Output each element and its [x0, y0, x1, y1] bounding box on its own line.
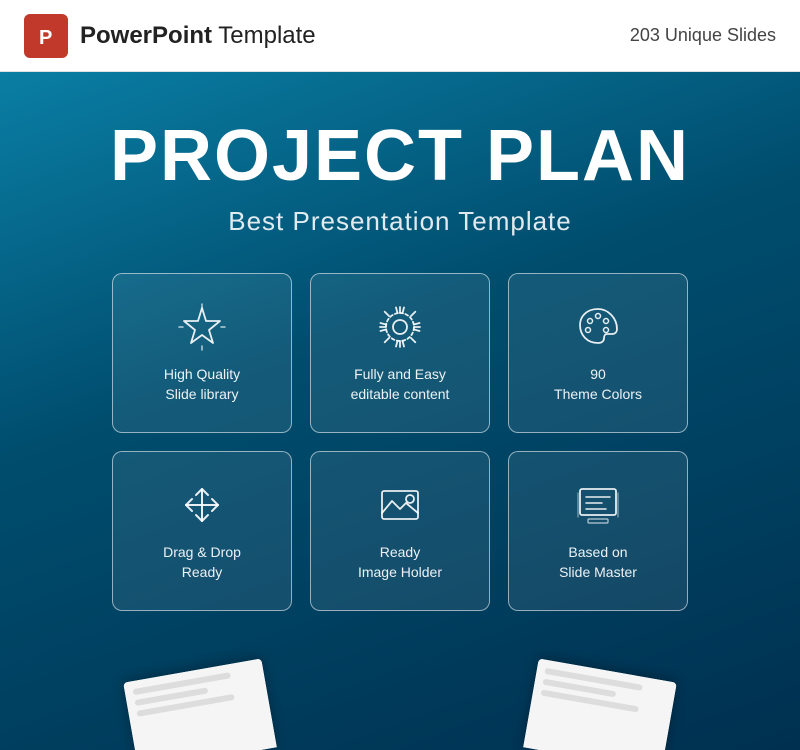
- card-theme-colors-label: 90Theme Colors: [554, 365, 642, 404]
- card-drag-drop-label: Drag & DropReady: [163, 543, 241, 582]
- slide-thumb-left: [123, 659, 277, 750]
- app-header: P PowerPoint Template 203 Unique Slides: [0, 0, 800, 72]
- card-high-quality-slide: High QualitySlide library: [112, 273, 292, 433]
- move-icon: [176, 479, 228, 531]
- gear-icon: [374, 301, 426, 353]
- card-drag-drop: Drag & DropReady: [112, 451, 292, 611]
- card-editable-content: Fully and Easyeditable content: [310, 273, 490, 433]
- header-branding: P PowerPoint Template: [24, 14, 316, 58]
- star-icon: [176, 301, 228, 353]
- unique-slides-count: 203 Unique Slides: [630, 25, 776, 46]
- slide-thumb-right: [523, 659, 677, 750]
- app-title: PowerPoint Template: [80, 22, 316, 50]
- hero-title: PROJECT PLAN: [0, 120, 800, 192]
- card-high-quality-label: High QualitySlide library: [164, 365, 240, 404]
- powerpoint-logo: P: [24, 14, 68, 58]
- hero-subtitle: Best Presentation Template: [0, 206, 800, 237]
- main-content: PROJECT PLAN Best Presentation Template …: [0, 72, 800, 750]
- card-image-holder-label: ReadyImage Holder: [358, 543, 442, 582]
- card-editable-label: Fully and Easyeditable content: [351, 365, 450, 404]
- image-icon: [374, 479, 426, 531]
- palette-icon: [572, 301, 624, 353]
- card-theme-colors: 90Theme Colors: [508, 273, 688, 433]
- slides-icon: [572, 479, 624, 531]
- svg-text:P: P: [39, 27, 52, 49]
- card-slide-master: Based onSlide Master: [508, 451, 688, 611]
- card-image-holder: ReadyImage Holder: [310, 451, 490, 611]
- hero-section: PROJECT PLAN Best Presentation Template: [0, 72, 800, 273]
- card-slide-master-label: Based onSlide Master: [559, 543, 637, 582]
- features-grid: High QualitySlide library Fully and Easy…: [0, 273, 800, 611]
